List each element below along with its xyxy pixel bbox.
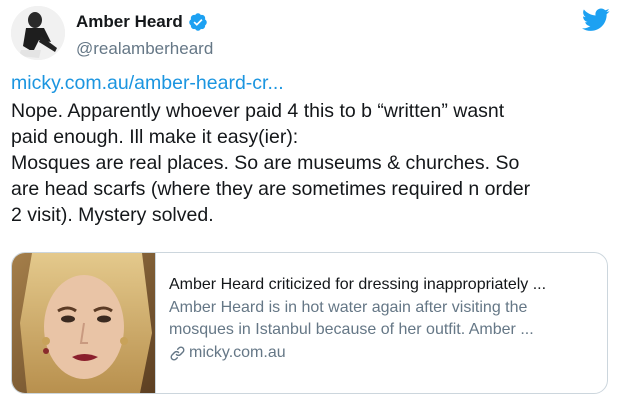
card-thumbnail-image xyxy=(12,253,156,393)
card-domain[interactable]: micky.com.au xyxy=(169,344,599,362)
tweet-text: micky.com.au/amber-heard-cr... Nope. App… xyxy=(11,70,611,228)
verified-badge-icon xyxy=(189,13,207,31)
card-domain-text: micky.com.au xyxy=(189,344,286,361)
avatar[interactable] xyxy=(11,6,65,60)
tweet: Amber Heard @realamberheard micky.com.au… xyxy=(0,0,620,404)
tweet-line: are head scarfs (where they are sometime… xyxy=(11,178,531,200)
card-description-line: Amber Heard is in hot water again after … xyxy=(169,299,528,316)
card-description-line: mosques in Istanbul because of her outfi… xyxy=(169,321,534,338)
tweet-line: 2 visit). Mystery solved. xyxy=(11,204,214,226)
card-description: Amber Heard is in hot water again after … xyxy=(169,297,599,341)
tweet-link[interactable]: micky.com.au/amber-heard-cr... xyxy=(11,70,611,96)
twitter-bird-icon[interactable] xyxy=(582,8,610,32)
tweet-line: Nope. Apparently whoever paid 4 this to … xyxy=(11,100,505,122)
card-text: Amber Heard criticized for dressing inap… xyxy=(169,275,599,362)
tweet-line: paid enough. Ill make it easy(ier): xyxy=(11,126,299,148)
user-handle[interactable]: @realamberheard xyxy=(76,39,213,59)
card-title[interactable]: Amber Heard criticized for dressing inap… xyxy=(169,275,599,295)
display-name[interactable]: Amber Heard xyxy=(76,12,183,32)
tweet-line: Mosques are real places. So are museums … xyxy=(11,152,520,174)
user-info: Amber Heard @realamberheard xyxy=(76,10,213,59)
name-row: Amber Heard xyxy=(76,10,213,34)
link-preview-card[interactable]: Amber Heard criticized for dressing inap… xyxy=(11,252,608,394)
link-icon xyxy=(170,346,185,360)
